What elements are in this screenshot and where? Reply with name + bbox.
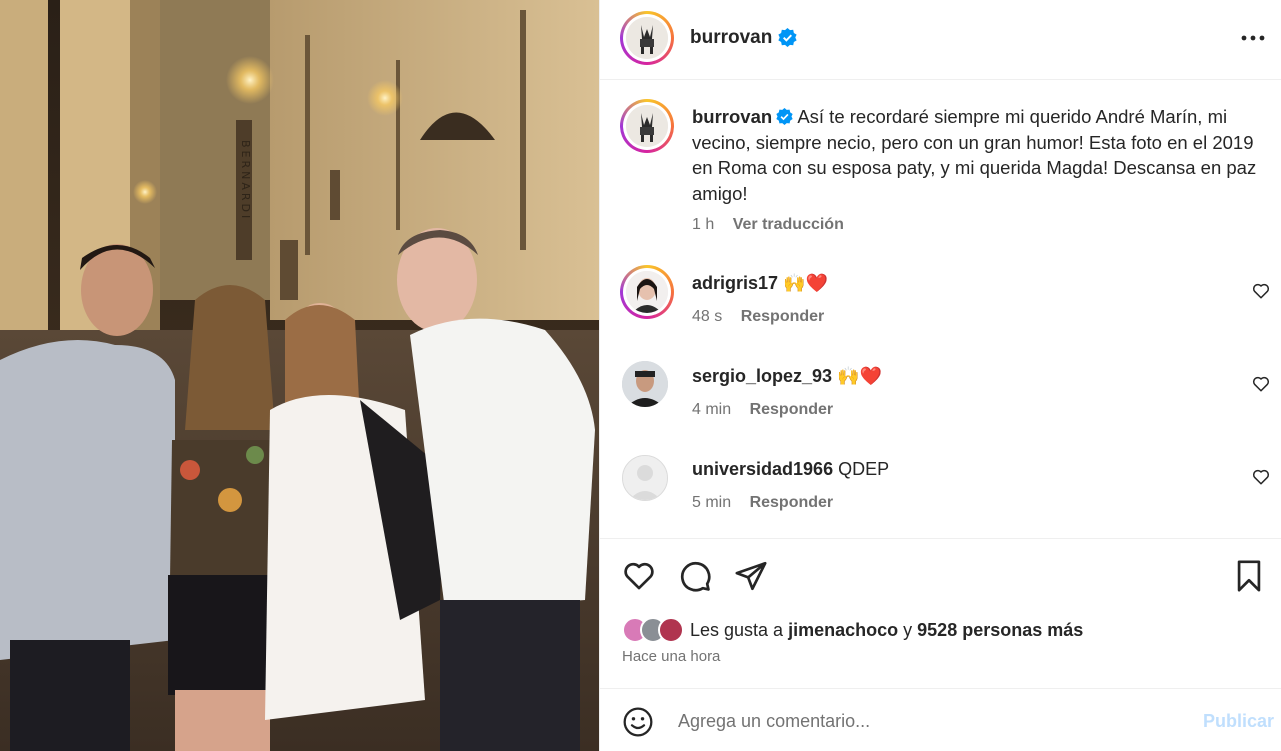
comment-username[interactable]: universidad1966: [692, 459, 833, 479]
comment-text: QDEP: [838, 459, 890, 479]
caption-time: 1 h: [692, 216, 715, 233]
comment-input[interactable]: [678, 707, 1178, 735]
like-comment-heart-icon[interactable]: [1252, 375, 1270, 393]
more-options-icon[interactable]: [1238, 26, 1268, 50]
verified-badge-icon: [778, 28, 797, 47]
comment-item: universidad1966 QDEP 5 min Responder: [600, 448, 1281, 518]
add-comment-bar: Publicar: [600, 688, 1281, 751]
comment-time: 4 min: [692, 401, 732, 418]
post-caption: burrovan Así te recordaré siempre mi que…: [692, 104, 1264, 238]
user-photo-icon: [626, 271, 668, 313]
save-bookmark-icon[interactable]: [1234, 559, 1264, 593]
likes-connector: y: [903, 619, 913, 640]
comment-time: 48 s: [692, 308, 723, 325]
donkey-logo-icon: [626, 105, 668, 147]
comment-text: 🙌❤️: [837, 366, 882, 386]
verified-badge-icon: [776, 108, 793, 125]
comment-username[interactable]: sergio_lopez_93: [692, 366, 832, 386]
like-comment-heart-icon[interactable]: [1252, 282, 1270, 300]
comment-text: 🙌❤️: [783, 273, 828, 293]
post-header: burrovan: [600, 0, 1281, 80]
liker-avatar: [658, 617, 684, 643]
avatar[interactable]: [622, 455, 668, 501]
publish-button[interactable]: Publicar: [1203, 711, 1274, 732]
comment-bubble-icon[interactable]: [678, 559, 712, 593]
post-actions: Les gusta a jimenachoco y 9528 personas …: [600, 538, 1281, 688]
post-sidebar: burrovan burrovan Así te recordaré siemp…: [599, 0, 1281, 751]
author-username[interactable]: burrovan: [690, 27, 772, 49]
user-photo-icon: [622, 361, 668, 407]
likes-count-link[interactable]: 9528 personas más: [917, 620, 1083, 640]
comment-item: sergio_lopez_93 🙌❤️ 4 min Responder: [600, 355, 1281, 425]
comment-time: 5 min: [692, 494, 732, 511]
reply-button[interactable]: Responder: [750, 401, 834, 418]
comment-item: adrigris17 🙌❤️ 48 s Responder: [600, 262, 1281, 332]
default-avatar-icon: [623, 456, 667, 500]
caption-avatar-ring[interactable]: [620, 99, 674, 153]
avatar: [626, 105, 668, 147]
avatar: [626, 17, 668, 59]
like-comment-heart-icon[interactable]: [1252, 468, 1270, 486]
caption-username[interactable]: burrovan: [692, 106, 772, 127]
comment-avatar-ring[interactable]: [620, 265, 674, 319]
share-send-icon[interactable]: [734, 559, 768, 593]
donkey-logo-icon: [626, 17, 668, 59]
comment-username[interactable]: adrigris17: [692, 273, 778, 293]
liker-username[interactable]: jimenachoco: [788, 620, 898, 640]
likes-prefix: Les gusta a: [690, 619, 784, 640]
likes-summary: Les gusta a jimenachoco y 9528 personas …: [622, 617, 1083, 643]
translate-link[interactable]: Ver traducción: [733, 216, 844, 233]
post-time: Hace una hora: [622, 648, 721, 665]
emoji-picker-icon[interactable]: [622, 706, 654, 738]
avatar[interactable]: [622, 361, 668, 407]
photo-sign-text: BERNARDI: [239, 140, 252, 221]
reply-button[interactable]: Responder: [741, 308, 825, 325]
like-heart-icon[interactable]: [622, 559, 656, 593]
post-photo[interactable]: BERNARDI: [0, 0, 599, 751]
avatar: [626, 271, 668, 313]
reply-button[interactable]: Responder: [750, 494, 834, 511]
author-avatar-ring[interactable]: [620, 11, 674, 65]
photo-scene: BERNARDI: [0, 0, 599, 751]
